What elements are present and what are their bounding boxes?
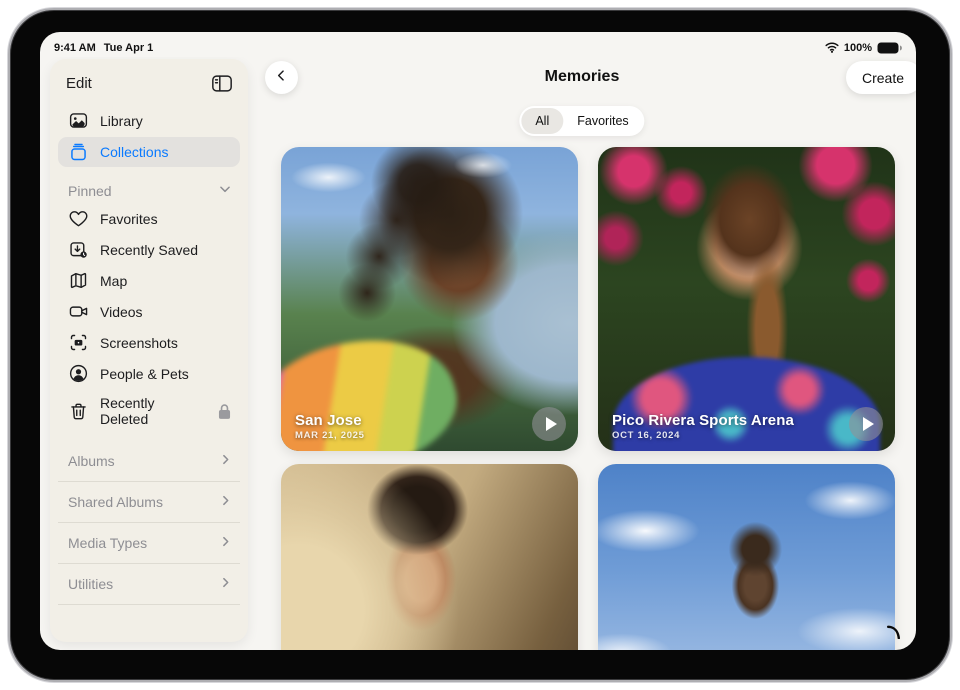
chevron-right-icon (219, 535, 232, 551)
sidebar-item-label: Recently Deleted (100, 395, 196, 427)
sidebar-item-recently-saved[interactable]: Recently Saved (58, 234, 240, 265)
sidebar-list: Library Collections Pinned (58, 105, 240, 605)
heart-icon (68, 208, 89, 229)
lock-icon (217, 403, 232, 420)
section-label: Utilities (68, 576, 113, 592)
section-label: Shared Albums (68, 494, 163, 510)
sidebar-section-albums[interactable]: Albums (58, 441, 240, 482)
sidebar-toggle-icon[interactable] (210, 71, 234, 95)
chevron-down-icon (218, 182, 232, 199)
recently-saved-icon (68, 239, 89, 260)
sidebar-item-label: Library (100, 113, 143, 129)
memory-date: MAR 21, 2025 (295, 430, 365, 441)
segment-favorites[interactable]: Favorites (563, 108, 642, 134)
chevron-right-icon (219, 453, 232, 469)
sidebar-item-label: Screenshots (100, 335, 178, 351)
sidebar-item-label: Collections (100, 144, 168, 160)
sidebar-section-media-types[interactable]: Media Types (58, 523, 240, 564)
main-header: Memories Create (248, 61, 916, 95)
play-icon (546, 417, 557, 431)
sidebar-item-screenshots[interactable]: Screenshots (58, 327, 240, 358)
memory-title: Pico Rivera Sports Arena (612, 412, 794, 429)
status-time: 9:41 AM (54, 42, 96, 54)
memory-card-pico-rivera[interactable]: Pico Rivera Sports Arena OCT 16, 2024 (598, 147, 895, 451)
section-label: Media Types (68, 535, 147, 551)
sidebar-section-utilities[interactable]: Utilities (58, 564, 240, 605)
screen: 9:41 AM Tue Apr 1 100% Edit (40, 32, 916, 650)
sidebar-item-map[interactable]: Map (58, 265, 240, 296)
main-content: Memories Create All Favorites San Jose M… (248, 57, 916, 650)
memory-photo-man-cloudy-sky (598, 464, 895, 650)
memory-card-4[interactable] (598, 464, 895, 650)
trash-icon (68, 401, 89, 422)
sidebar-item-videos[interactable]: Videos (58, 296, 240, 327)
section-label: Albums (68, 453, 115, 469)
sidebar-item-favorites[interactable]: Favorites (58, 203, 240, 234)
collections-stack-icon (68, 142, 89, 163)
memories-grid: San Jose MAR 21, 2025 Pico Rivera Sports… (281, 147, 895, 650)
sidebar-item-recently-deleted[interactable]: Recently Deleted (58, 389, 240, 433)
sidebar-item-label: Favorites (100, 211, 158, 227)
pinned-section-header[interactable]: Pinned (58, 168, 240, 203)
map-icon (68, 270, 89, 291)
wifi-icon (825, 42, 839, 53)
sidebar-item-label: People & Pets (100, 366, 189, 382)
sidebar-item-label: Map (100, 273, 127, 289)
battery-full-icon (877, 42, 902, 54)
chevron-right-icon (219, 494, 232, 510)
sidebar-item-library[interactable]: Library (58, 105, 240, 136)
battery-percent: 100% (844, 42, 872, 54)
sidebar: Edit Library (50, 59, 248, 642)
sidebar-item-collections[interactable]: Collections (58, 137, 240, 167)
memory-card-san-jose[interactable]: San Jose MAR 21, 2025 (281, 147, 578, 451)
sidebar-item-label: Videos (100, 304, 143, 320)
screen-corner-curl (886, 625, 902, 644)
sidebar-item-people-pets[interactable]: People & Pets (58, 358, 240, 389)
filter-segmented-control: All Favorites (519, 106, 644, 136)
screen-body: Edit Library (40, 57, 916, 650)
play-button[interactable] (849, 407, 883, 441)
edit-button[interactable]: Edit (66, 75, 92, 92)
sidebar-section-shared-albums[interactable]: Shared Albums (58, 482, 240, 523)
pinned-label: Pinned (68, 183, 112, 199)
photos-library-icon (68, 110, 89, 131)
sidebar-header: Edit (58, 69, 240, 95)
create-button[interactable]: Create (846, 61, 916, 94)
memory-date: OCT 16, 2024 (612, 430, 680, 441)
memory-title: San Jose (295, 412, 362, 429)
sidebar-item-label: Recently Saved (100, 242, 198, 258)
memory-photo-girl-rainbow-sweater (281, 147, 578, 451)
play-button[interactable] (532, 407, 566, 441)
status-bar: 9:41 AM Tue Apr 1 100% (40, 32, 916, 57)
memory-photo-man-stone-wall (281, 464, 578, 650)
marketing-canvas: 9:41 AM Tue Apr 1 100% Edit (0, 0, 960, 690)
screenshot-icon (68, 332, 89, 353)
video-camera-icon (68, 301, 89, 322)
page-title: Memories (248, 68, 916, 86)
memory-card-3[interactable] (281, 464, 578, 650)
chevron-right-icon (219, 576, 232, 592)
segment-all[interactable]: All (521, 108, 563, 134)
memory-photo-woman-blue-floral (598, 147, 895, 451)
play-icon (863, 417, 874, 431)
status-date: Tue Apr 1 (104, 42, 154, 54)
person-circle-icon (68, 363, 89, 384)
